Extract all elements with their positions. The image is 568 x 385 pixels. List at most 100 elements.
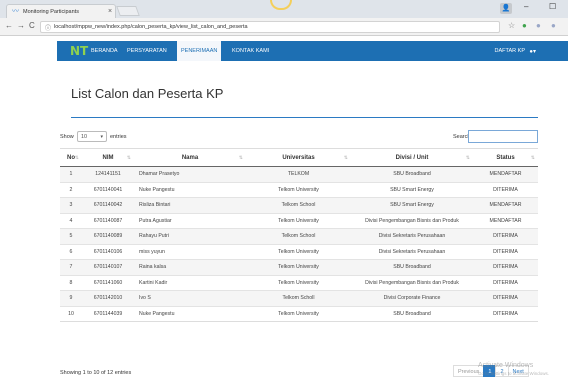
watermark-subtitle: Go to Settings to activate Windows. xyxy=(478,371,550,376)
cell-nim: 6701142010 xyxy=(82,290,134,306)
profile-icon[interactable]: 👤 xyxy=(500,3,512,14)
nav-item-beranda[interactable]: BERANDA xyxy=(91,41,118,61)
chevron-down-icon: ▾ xyxy=(532,49,536,55)
cell-universitas: Telkom University xyxy=(246,243,351,260)
cell-nim: 124141151 xyxy=(82,166,134,182)
cell-no: 1 xyxy=(60,166,82,182)
cell-universitas: Telkom Scholl xyxy=(246,290,351,306)
sort-icon: ⇅ xyxy=(126,155,131,161)
cell-no: 7 xyxy=(60,259,82,275)
tab-title: Monitoring Participants xyxy=(23,8,79,15)
url-text: localhost/mppw_new/index.php/calon_peser… xyxy=(54,24,248,30)
cell-no: 2 xyxy=(60,181,82,198)
cell-nim: 6701140041 xyxy=(82,181,134,198)
cell-no: 4 xyxy=(60,212,82,229)
cell-status: DITERIMA xyxy=(473,181,538,198)
column-header-nim[interactable]: NIM ⇅ xyxy=(82,148,134,167)
cell-nama: Rahayu Putri xyxy=(134,228,246,244)
cell-nim: 6701140106 xyxy=(82,243,134,260)
cell-status: DITERIMA xyxy=(473,259,538,275)
table-header-row: No ⇅ NIM ⇅ Nama ⇅ Universitas ⇅ Divisi / Uni… xyxy=(60,148,538,167)
table-row: 10 6701144039 Nuke Pangestu Telkom Unive… xyxy=(60,305,538,322)
participants-table: No ⇅ NIM ⇅ Nama ⇅ Universitas ⇅ Divisi / Uni… xyxy=(60,148,538,322)
forward-arrow-icon[interactable]: → xyxy=(17,21,25,30)
cell-nama: Kartini Kadir xyxy=(134,274,246,291)
column-header-nama[interactable]: Nama ⇅ xyxy=(134,148,246,167)
sort-icon: ⇅ xyxy=(465,155,470,161)
nav-item-daftar-kp[interactable]: DAFTAR KP xyxy=(495,41,525,61)
windows-activation-watermark: Activate Windows Go to Settings to activ… xyxy=(478,362,549,378)
url-input[interactable]: ⓘ localhost/mppw_new/index.php/calon_pes… xyxy=(40,21,500,33)
chevron-down-icon: ▾ xyxy=(100,134,103,140)
nav-item-kontak-kami[interactable]: KONTAK KAMI xyxy=(232,41,269,61)
user-menu-icon[interactable]: ●▾ xyxy=(529,48,536,55)
browser-tab-bar: 〰 Monitoring Participants × 👤 – ☐ xyxy=(0,0,568,18)
new-tab-button[interactable] xyxy=(116,6,140,16)
cell-nama: Putra Agustiar xyxy=(134,212,246,229)
tab-close-icon[interactable]: × xyxy=(105,8,115,15)
cell-status: DITERIMA xyxy=(473,274,538,291)
cell-nama: Raina kalsa xyxy=(134,259,246,275)
cell-universitas: Telkom School xyxy=(246,197,351,213)
column-header-label: Divisi / Unit xyxy=(395,154,429,161)
bookmark-star-icon[interactable]: ☆ xyxy=(508,21,515,30)
cell-no: 10 xyxy=(60,305,82,322)
column-header-universitas[interactable]: Universitas ⇅ xyxy=(246,148,351,167)
cell-no: 5 xyxy=(60,228,82,244)
reload-icon[interactable]: C xyxy=(29,21,35,30)
cell-nim: 6701140042 xyxy=(82,197,134,213)
browser-tab[interactable]: 〰 Monitoring Participants × xyxy=(6,4,116,18)
cell-nama: Nuke Pangestu xyxy=(134,305,246,322)
cell-nama: Dhamar Prasetyo xyxy=(134,166,246,182)
maximize-icon[interactable]: ☐ xyxy=(549,2,556,11)
nav-item-persyaratan[interactable]: PERSYARATAN xyxy=(127,41,167,61)
cell-status: MENDAFTAR xyxy=(473,166,538,182)
table-info: Showing 1 to 10 of 12 entries xyxy=(60,370,132,376)
page-title: List Calon dan Peserta KP xyxy=(71,86,224,101)
cell-divisi: Divisi Pengembangan Bisnis dan Produk xyxy=(351,274,473,291)
column-header-status[interactable]: Status ⇅ xyxy=(473,148,538,167)
cell-universitas: Telkom University xyxy=(246,274,351,291)
cell-divisi: Divisi Sekretaris Perusahaan xyxy=(351,243,473,260)
cell-universitas: Telkom University xyxy=(246,259,351,275)
table-row: 6 6701140106 miss yuyun Telkom Universit… xyxy=(60,243,538,260)
table-row: 7 6701140107 Raina kalsa Telkom Universi… xyxy=(60,259,538,275)
sort-icon: ⇅ xyxy=(343,155,348,161)
nav-item-penerimaan[interactable]: PENERIMAAN xyxy=(177,41,222,61)
top-navbar: NT BERANDA PERSYARATAN PENERIMAAN KONTAK… xyxy=(57,41,568,61)
table-row: 5 6701140089 Rahayu Putri Telkom School … xyxy=(60,228,538,244)
cell-universitas: Telkom School xyxy=(246,228,351,244)
minimize-icon[interactable]: – xyxy=(524,2,528,11)
cell-no: 9 xyxy=(60,290,82,306)
table-row: 1 124141151 Dhamar Prasetyo TELKOM SBU B… xyxy=(60,166,538,182)
column-header-no[interactable]: No ⇅ xyxy=(60,148,82,167)
cell-nama: Ivo S xyxy=(134,290,246,306)
back-arrow-icon[interactable]: ← xyxy=(5,21,13,30)
cell-divisi: SBU Broadband xyxy=(351,166,473,182)
watermark-title: Activate Windows xyxy=(478,362,534,369)
cell-status: DITERIMA xyxy=(473,243,538,260)
brand-logo[interactable]: NT xyxy=(70,43,88,59)
search-input[interactable] xyxy=(468,130,538,143)
cell-nama: Risliza Bintari xyxy=(134,197,246,213)
column-header-label: Nama xyxy=(181,154,199,161)
column-header-divisi-unit[interactable]: Divisi / Unit ⇅ xyxy=(351,148,473,167)
cell-nim: 6701140089 xyxy=(82,228,134,244)
cell-nim: 6701140107 xyxy=(82,259,134,275)
sort-icon: ⇅ xyxy=(238,155,243,161)
column-header-label: No xyxy=(67,154,75,161)
entries-length-select[interactable]: 10 ▾ xyxy=(77,131,107,142)
table-row: 3 6701140042 Risliza Bintari Telkom Scho… xyxy=(60,197,538,213)
table-row: 9 6701142010 Ivo S Telkom Scholl Divisi … xyxy=(60,290,538,306)
extension-icon[interactable]: ● xyxy=(536,21,541,30)
cell-status: DITERIMA xyxy=(473,228,538,244)
column-header-label: NIM xyxy=(102,154,114,161)
extension-icon[interactable]: ● xyxy=(522,21,527,30)
cell-status: MENDAFTAR xyxy=(473,197,538,213)
extension-icon[interactable]: ● xyxy=(551,21,556,30)
cell-no: 8 xyxy=(60,274,82,291)
cell-divisi: Divisi Pengembangan Bisnis dan Produk xyxy=(351,212,473,229)
cell-divisi: SBU Broadband xyxy=(351,259,473,275)
site-info-icon[interactable]: ⓘ xyxy=(45,23,51,32)
cell-divisi: Divisi Sekretaris Perusahaan xyxy=(351,228,473,244)
